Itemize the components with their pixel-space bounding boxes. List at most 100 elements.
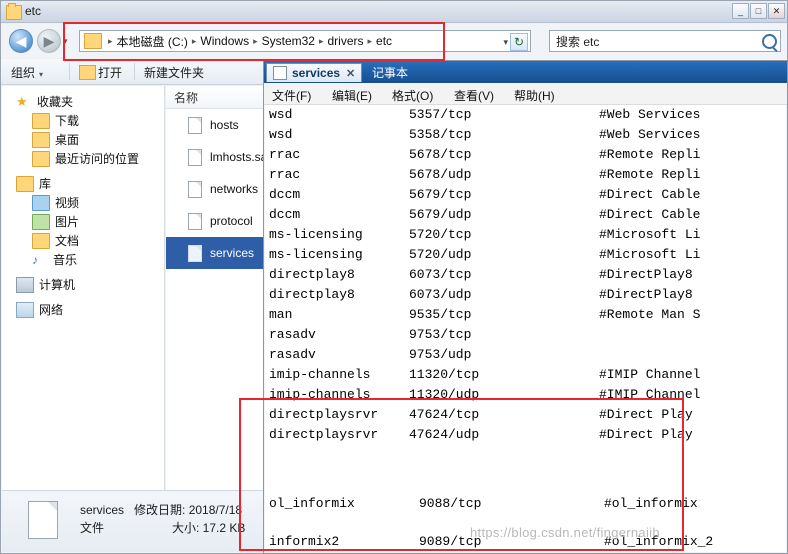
sidebar-item-libraries[interactable]: 库 (2, 174, 164, 193)
sidebar-item-network[interactable]: 网络 (2, 300, 164, 319)
text-line: imip-channels 11320/tcp #IMIP Channel (265, 365, 786, 385)
close-button[interactable]: ✕ (768, 3, 785, 19)
nav-group-libraries: 库 视频 图片 文档 ♪ 音乐 (2, 174, 164, 269)
text-line: ms-licensing 5720/udp #Microsoft Li (265, 245, 786, 265)
service-comment: #Microsoft Li (599, 247, 701, 262)
breadcrumb-item-windows[interactable]: Windows (199, 34, 250, 48)
sidebar-item-desktop[interactable]: 桌面 (2, 130, 164, 149)
notepad-text-area[interactable]: wsd 5357/tcp #Web Services wsd 5358/tcp #Web… (265, 105, 786, 552)
nav-group-favorites: ★ 收藏夹 下载 桌面 最近访问的位置 (2, 92, 164, 168)
network-icon (16, 301, 34, 318)
nav-group-network: 网络 (2, 300, 164, 319)
menu-file[interactable]: 文件(F) (272, 87, 311, 104)
file-name: networks (210, 182, 259, 196)
service-port: 5679/tcp (409, 187, 472, 202)
service-name: ol_informix (269, 496, 355, 511)
service-port: 9753/udp (409, 347, 472, 362)
minimize-button[interactable]: _ (732, 3, 749, 19)
service-port: 5358/tcp (409, 127, 472, 142)
menu-format[interactable]: 格式(O) (392, 87, 433, 104)
service-name: wsd (269, 107, 293, 122)
service-name: rasadv (269, 327, 316, 342)
service-comment: #Direct Cable (599, 207, 701, 222)
address-bar[interactable]: ▸ 本地磁盘 (C:) ▸ Windows ▸ System32 ▸ drive… (79, 30, 531, 52)
service-comment: #Web Services (599, 107, 701, 122)
service-name: rasadv (269, 347, 316, 362)
service-name: ms-licensing (269, 227, 363, 242)
notepad-tab-services[interactable]: services ✕ (266, 63, 363, 82)
toolbar-divider (134, 63, 135, 80)
service-name: directplay8 (269, 267, 355, 282)
service-port: 11320/tcp (409, 367, 480, 382)
text-line: directplay8 6073/udp #DirectPlay8 (265, 285, 786, 305)
maximize-button[interactable]: □ (750, 3, 767, 19)
document-icon (273, 66, 287, 80)
sidebar-item-favorites[interactable]: ★ 收藏夹 (2, 92, 164, 111)
menu-view[interactable]: 查看(V) (454, 87, 494, 104)
service-name: dccm (269, 187, 301, 202)
search-input-value: 搜索 etc (556, 34, 600, 49)
text-line: dccm 5679/tcp #Direct Cable (265, 185, 786, 205)
sidebar-item-label: 图片 (55, 215, 80, 229)
text-line: rasadv 9753/tcp (265, 325, 786, 345)
back-button[interactable]: ◀ (9, 29, 33, 53)
sidebar-item-documents[interactable]: 文档 (2, 231, 164, 250)
menu-edit[interactable]: 编辑(E) (332, 87, 372, 104)
library-icon (16, 175, 34, 192)
menu-help[interactable]: 帮助(H) (514, 87, 555, 104)
breadcrumb-item-drive[interactable]: 本地磁盘 (C:) (116, 33, 189, 50)
sidebar-item-computer[interactable]: 计算机 (2, 275, 164, 294)
service-comment: #Remote Repli (599, 167, 701, 182)
sidebar-item-label: 收藏夹 (37, 95, 74, 109)
breadcrumb-item-system32[interactable]: System32 (261, 34, 316, 48)
column-header-label: 名称 (174, 90, 199, 105)
text-line: dccm 5679/udp #Direct Cable (265, 205, 786, 225)
close-icon[interactable]: ✕ (346, 67, 355, 80)
search-input[interactable]: 搜索 etc (549, 30, 781, 52)
folder-icon (32, 194, 50, 211)
organize-label: 组织 (11, 66, 36, 80)
service-port: 5678/tcp (409, 147, 472, 162)
explorer-titlebar: etc _ □ ✕ (1, 1, 787, 23)
service-name: man (269, 307, 293, 322)
file-name: services (210, 246, 255, 260)
service-port: 9535/tcp (409, 307, 472, 322)
breadcrumb-item-drivers[interactable]: drivers (327, 34, 365, 48)
sidebar-item-pictures[interactable]: 图片 (2, 212, 164, 231)
sidebar-item-videos[interactable]: 视频 (2, 193, 164, 212)
service-name: rrac (269, 167, 301, 182)
chevron-down-icon[interactable]: ▾ (503, 37, 508, 48)
breadcrumb-separator: ▸ (108, 35, 113, 46)
sidebar-item-recent-places[interactable]: 最近访问的位置 (2, 149, 164, 168)
service-port: 9088/tcp (419, 496, 482, 511)
chevron-down-icon: ▾ (39, 70, 44, 79)
sidebar-item-label: 最近访问的位置 (55, 152, 140, 166)
folder-icon (32, 131, 50, 148)
file-icon (188, 148, 202, 166)
file-icon (188, 244, 202, 262)
open-button[interactable]: 打开 (98, 64, 122, 81)
breadcrumb-item-etc[interactable]: etc (375, 34, 393, 48)
sidebar-item-music[interactable]: ♪ 音乐 (2, 250, 164, 269)
service-name: imip-channels (269, 367, 371, 382)
refresh-icon[interactable]: ↻ (510, 33, 528, 51)
service-port: 5679/udp (409, 207, 472, 222)
computer-icon (16, 276, 34, 293)
service-name: imip-channels (269, 387, 371, 402)
breadcrumb-separator: ▸ (367, 35, 373, 46)
file-icon (188, 212, 202, 230)
text-line: man 9535/tcp #Remote Man S (265, 305, 786, 325)
history-dropdown-icon[interactable]: ▾ (63, 36, 68, 47)
service-port: 5720/tcp (409, 227, 472, 242)
service-comment: #IMIP Channel (599, 387, 701, 402)
notepad-title: 记事本 (372, 66, 409, 80)
new-folder-button[interactable]: 新建文件夹 (144, 64, 204, 81)
sidebar-item-label: 计算机 (39, 278, 76, 292)
forward-button[interactable]: ▶ (37, 29, 61, 53)
organize-button[interactable]: 组织 ▾ (11, 64, 43, 81)
service-comment: #Direct Play (599, 427, 693, 442)
watermark: https://blog.csdn.net/fingernaiih (470, 525, 660, 540)
navigation-pane: ★ 收藏夹 下载 桌面 最近访问的位置 库 视频 图片 文档 ♪ 音乐 计算机 … (2, 86, 165, 552)
sidebar-item-downloads[interactable]: 下载 (2, 111, 164, 130)
text-line: ms-licensing 5720/tcp #Microsoft Li (265, 225, 786, 245)
